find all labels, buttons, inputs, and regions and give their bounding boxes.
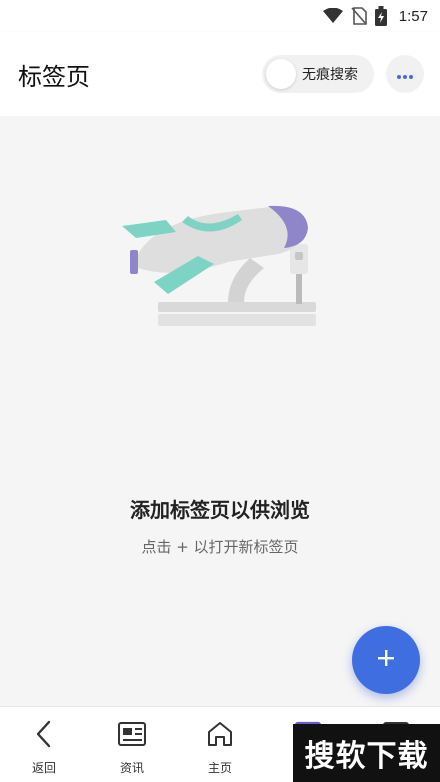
plus-icon: [376, 648, 396, 672]
more-button[interactable]: [386, 55, 424, 93]
app-header: 标签页 无痕搜索: [0, 32, 440, 116]
nav-item-back[interactable]: 返回: [0, 707, 88, 782]
nav-label-back: 返回: [31, 761, 56, 775]
toggle-knob: [266, 59, 296, 89]
incognito-label: 无痕搜索: [302, 67, 358, 83]
wifi-icon: [322, 8, 343, 24]
incognito-toggle[interactable]: 无痕搜索: [262, 55, 374, 93]
watermark-text: 搜软下载: [304, 739, 429, 774]
nav-label-news: 资讯: [119, 761, 144, 775]
watermark: 搜软下载: [293, 724, 440, 782]
battery-charging-icon: [374, 6, 387, 26]
nav-item-news[interactable]: 资讯: [88, 707, 176, 782]
back-arrow-icon: [31, 719, 57, 753]
no-sim-icon: [351, 7, 367, 25]
nav-item-home[interactable]: 主页: [176, 707, 264, 782]
page-title: 标签页: [18, 62, 90, 91]
nav-label-home: 主页: [207, 761, 232, 775]
status-bar: 1:57: [0, 0, 440, 32]
add-tab-button[interactable]: [352, 626, 420, 694]
status-time: 1:57: [398, 7, 428, 25]
empty-state-title: 添加标签页以供浏览: [130, 498, 310, 522]
news-icon: [117, 719, 147, 753]
more-horizontal-icon: [396, 65, 414, 84]
airplane-ride-illustration: [118, 198, 322, 334]
home-icon: [205, 719, 235, 753]
empty-state-hint: 点击 + 以打开新标签页: [141, 538, 299, 556]
